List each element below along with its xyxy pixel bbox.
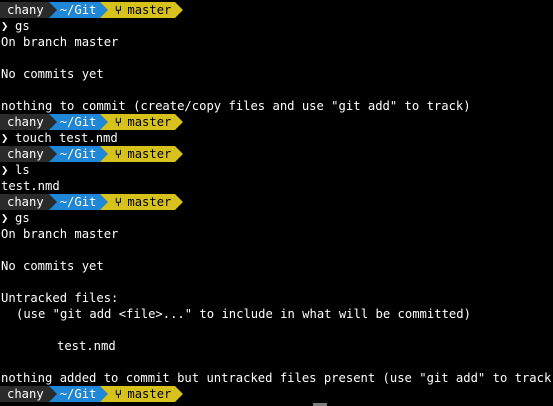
prompt-branch-label: master <box>127 147 172 161</box>
prompt-user: chany <box>0 2 49 18</box>
command-line: ❯ gs <box>0 210 553 226</box>
prompt-branch-label: master <box>127 387 172 401</box>
output-line: test.nmd <box>0 178 553 194</box>
prompt-user: chany <box>0 194 49 210</box>
prompt-dir-label: ~/Git <box>59 3 97 17</box>
git-branch-icon: ⑂ <box>114 115 123 129</box>
output-line: On branch master <box>0 34 553 50</box>
command-text: gs <box>15 211 30 225</box>
output-text: nothing to commit (create/copy files and… <box>1 99 471 113</box>
output-line: nothing to commit (create/copy files and… <box>0 98 553 114</box>
shell-prompt: chany ~/Git ⑂ master <box>0 194 553 210</box>
prompt-branch-label: master <box>127 195 172 209</box>
prompt-branch-label: master <box>127 115 172 129</box>
terminal-window[interactable]: chany ~/Git ⑂ master ❯ gs On branch master No c… <box>0 2 553 402</box>
prompt-directory: ~/Git <box>48 146 101 162</box>
output-text: test.nmd <box>1 179 60 193</box>
prompt-git-branch: ⑂ master <box>100 2 176 18</box>
output-line: nothing added to commit but untracked fi… <box>0 370 553 386</box>
output-text: (use "git add <file>..." to include in w… <box>16 307 471 321</box>
output-text: Untracked files: <box>1 291 119 305</box>
command-line: ❯ touch test.nmd <box>0 130 553 146</box>
shell-prompt: chany ~/Git ⑂ master <box>0 386 553 402</box>
chevron-right-icon: ❯ <box>1 19 9 33</box>
output-line: test.nmd <box>0 338 553 354</box>
chevron-right-icon: ❯ <box>1 131 9 145</box>
command-line: ❯ gs <box>0 18 553 34</box>
output-line: Untracked files: <box>0 290 553 306</box>
command-text: ls <box>15 163 30 177</box>
output-text: On branch master <box>1 35 119 49</box>
prompt-directory: ~/Git <box>48 386 101 402</box>
prompt-user: chany <box>0 386 49 402</box>
chevron-right-icon: ❯ <box>1 211 9 225</box>
git-branch-icon: ⑂ <box>114 387 123 401</box>
chevron-right-icon: ❯ <box>1 163 9 177</box>
output-text: On branch master <box>1 227 119 241</box>
prompt-dir-label: ~/Git <box>59 147 97 161</box>
output-line: On branch master <box>0 226 553 242</box>
output-text: nothing added to commit but untracked fi… <box>1 371 553 385</box>
shell-prompt: chany ~/Git ⑂ master <box>0 146 553 162</box>
prompt-directory: ~/Git <box>48 114 101 130</box>
git-branch-icon: ⑂ <box>114 195 123 209</box>
prompt-git-branch: ⑂ master <box>100 114 176 130</box>
output-line: (use "git add <file>..." to include in w… <box>0 306 553 322</box>
prompt-git-branch: ⑂ master <box>100 194 176 210</box>
prompt-dir-label: ~/Git <box>59 115 97 129</box>
git-branch-icon: ⑂ <box>114 147 123 161</box>
output-line: No commits yet <box>0 258 553 274</box>
shell-prompt: chany ~/Git ⑂ master <box>0 114 553 130</box>
git-branch-icon: ⑂ <box>114 3 123 17</box>
prompt-user: chany <box>0 146 49 162</box>
command-text: gs <box>15 19 30 33</box>
command-text: touch test.nmd <box>15 131 118 145</box>
output-text: test.nmd <box>57 339 116 353</box>
prompt-directory: ~/Git <box>48 194 101 210</box>
output-text: No commits yet <box>1 67 104 81</box>
output-text: No commits yet <box>1 259 104 273</box>
prompt-dir-label: ~/Git <box>59 195 97 209</box>
prompt-git-branch: ⑂ master <box>100 146 176 162</box>
prompt-git-branch: ⑂ master <box>100 386 176 402</box>
command-line: ❯ ls <box>0 162 553 178</box>
prompt-user: chany <box>0 114 49 130</box>
prompt-branch-label: master <box>127 3 172 17</box>
prompt-directory: ~/Git <box>48 2 101 18</box>
shell-prompt: chany ~/Git ⑂ master <box>0 2 553 18</box>
output-line: No commits yet <box>0 66 553 82</box>
prompt-dir-label: ~/Git <box>59 387 97 401</box>
